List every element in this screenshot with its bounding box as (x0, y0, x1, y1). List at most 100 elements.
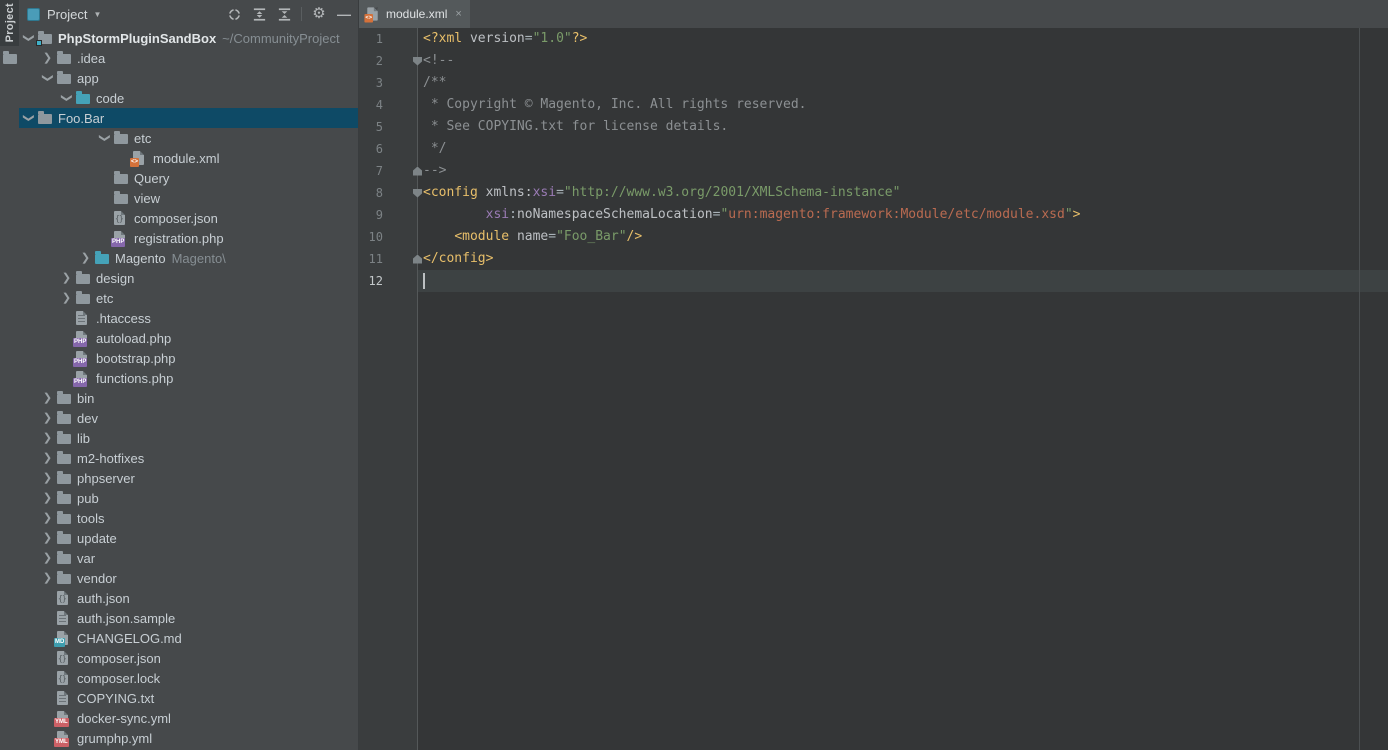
tree-item-changelog-md[interactable]: MDCHANGELOG.md (19, 628, 358, 648)
tree-item-query[interactable]: Query (19, 168, 358, 188)
tree-item-m2-hotfixes[interactable]: ❯m2-hotfixes (19, 448, 358, 468)
txt-icon (57, 611, 76, 625)
tree-item-module-xml[interactable]: <>module.xml (19, 148, 358, 168)
chevron-collapsed-icon[interactable]: ❯ (38, 468, 57, 488)
tree-item-autoload-php[interactable]: PHPautoload.php (19, 328, 358, 348)
project-stripe-label: Project (4, 3, 16, 42)
tree-item-label: phpserver (76, 471, 135, 486)
code-line-9: xsi:noNamespaceSchemaLocation="urn:magen… (423, 204, 1388, 226)
tab-module-xml[interactable]: <> module.xml × (359, 0, 470, 28)
tree-item-foo-bar[interactable]: ❯Foo.Bar (19, 108, 358, 128)
chevron-collapsed-icon[interactable]: ❯ (38, 428, 57, 448)
tree-item--htaccess[interactable]: .htaccess (19, 308, 358, 328)
tree-item-tools[interactable]: ❯tools (19, 508, 358, 528)
chevron-expanded-icon[interactable]: ❯ (95, 129, 115, 148)
tree-item-dev[interactable]: ❯dev (19, 408, 358, 428)
phpstorm-window: Project Project ▼ (0, 0, 1388, 750)
chevron-collapsed-icon[interactable]: ❯ (76, 248, 95, 268)
tree-item-label: .htaccess (95, 311, 151, 326)
chevron-collapsed-icon[interactable]: ❯ (38, 388, 57, 408)
tree-item-bin[interactable]: ❯ bin (19, 388, 358, 408)
tree-item-design[interactable]: ❯design (19, 268, 358, 288)
code-line-5: * See COPYING.txt for license details. (423, 116, 1388, 138)
chevron-collapsed-icon[interactable]: ❯ (38, 548, 57, 568)
chevron-collapsed-icon[interactable]: ❯ (38, 408, 57, 428)
line-number: 1 (359, 32, 383, 46)
folder-icon (57, 432, 76, 444)
tree-item-label: bin (76, 391, 94, 406)
tree-item-label: module.xml (152, 151, 219, 166)
chevron-collapsed-icon[interactable]: ❯ (57, 288, 76, 308)
project-panel: Project ▼ (19, 0, 359, 750)
chevron-collapsed-icon[interactable]: ❯ (38, 48, 57, 68)
tree-item-phpserver[interactable]: ❯ phpserver (19, 468, 358, 488)
chevron-expanded-icon[interactable]: ❯ (19, 109, 39, 128)
close-tab-icon[interactable]: × (455, 8, 461, 20)
locate-file-button[interactable] (226, 6, 242, 22)
json-icon: {} (57, 651, 76, 665)
tree-item-composer-json[interactable]: {}composer.json (19, 208, 358, 228)
code-pane[interactable]: <?xml version="1.0"?><!--/** * Copyright… (418, 28, 1388, 750)
tool-window-stripe: Project (0, 0, 19, 750)
tree-item-label: etc (133, 131, 151, 146)
tree-item-var[interactable]: ❯var (19, 548, 358, 568)
tree-item-pub[interactable]: ❯pub (19, 488, 358, 508)
expand-all-button[interactable] (251, 6, 267, 22)
settings-gear-icon[interactable]: ⚙ (311, 6, 327, 22)
tree-item-composer-lock[interactable]: {}composer.lock (19, 668, 358, 688)
tree-item-functions-php[interactable]: PHPfunctions.php (19, 368, 358, 388)
chevron-collapsed-icon[interactable]: ❯ (38, 448, 57, 468)
chevron-collapsed-icon[interactable]: ❯ (38, 488, 57, 508)
tree-item-etc[interactable]: ❯ etc (19, 128, 358, 148)
folder-icon (76, 272, 95, 284)
chevron-collapsed-icon[interactable]: ❯ (38, 568, 57, 588)
chevron-collapsed-icon[interactable]: ❯ (38, 508, 57, 528)
gutter-line-6: 6 (359, 138, 417, 160)
chevron-expanded-icon[interactable]: ❯ (57, 89, 77, 108)
chevron-down-icon[interactable]: ▼ (93, 10, 101, 19)
tree-item-suffix: ~/CommunityProject (222, 31, 339, 46)
folder-icon (114, 132, 133, 144)
tree-item-view[interactable]: view (19, 188, 358, 208)
project-panel-title[interactable]: Project (47, 7, 87, 22)
tree-item-phpstormpluginsandbox[interactable]: ❯PhpStormPluginSandBox~/CommunityProject (19, 28, 358, 48)
tree-item-auth-json[interactable]: {}auth.json (19, 588, 358, 608)
gutter-line-5: 5 (359, 116, 417, 138)
tree-item-etc[interactable]: ❯etc (19, 288, 358, 308)
folder-icon (57, 452, 76, 464)
line-number: 2 (359, 54, 383, 68)
tree-item-composer-json[interactable]: {}composer.json (19, 648, 358, 668)
hide-panel-button[interactable]: — (336, 6, 352, 22)
tree-item--idea[interactable]: ❯.idea (19, 48, 358, 68)
tree-item-auth-json-sample[interactable]: auth.json.sample (19, 608, 358, 628)
tree-item-copying-txt[interactable]: COPYING.txt (19, 688, 358, 708)
tree-item-code[interactable]: ❯code (19, 88, 358, 108)
tree-item-label: lib (76, 431, 90, 446)
tree-item-magento[interactable]: ❯MagentoMagento\ (19, 248, 358, 268)
editor-gutter: 123456789101112 (359, 28, 418, 750)
chevron-expanded-icon[interactable]: ❯ (38, 69, 58, 88)
tree-item-bootstrap-php[interactable]: PHPbootstrap.php (19, 348, 358, 368)
tree-item-docker-sync-yml[interactable]: YMLdocker-sync.yml (19, 708, 358, 728)
json-icon: {} (114, 211, 133, 225)
tree-item-app[interactable]: ❯app (19, 68, 358, 88)
chevron-collapsed-icon[interactable]: ❯ (57, 268, 76, 288)
gutter-line-7: 7 (359, 160, 417, 182)
tree-item-label: COPYING.txt (76, 691, 154, 706)
folder-root-icon (38, 32, 57, 44)
tree-item-lib[interactable]: ❯ lib (19, 428, 358, 448)
tree-item-vendor[interactable]: ❯vendor (19, 568, 358, 588)
tree-item-suffix: Magento\ (172, 251, 226, 266)
gutter-line-1: 1 (359, 28, 417, 50)
line-number: 6 (359, 142, 383, 156)
tree-item-update[interactable]: ❯update (19, 528, 358, 548)
folder-icon (57, 392, 76, 404)
tree-item-label: auth.json.sample (76, 611, 175, 626)
chevron-collapsed-icon[interactable]: ❯ (38, 528, 57, 548)
tree-item-grumphp-yml[interactable]: YMLgrumphp.yml (19, 728, 358, 748)
editor-surface[interactable]: 123456789101112 <?xml version="1.0"?><!-… (359, 28, 1388, 750)
tree-item-label: CHANGELOG.md (76, 631, 182, 646)
project-stripe-button[interactable]: Project (0, 0, 19, 46)
tree-item-registration-php[interactable]: PHPregistration.php (19, 228, 358, 248)
collapse-all-button[interactable] (276, 6, 292, 22)
